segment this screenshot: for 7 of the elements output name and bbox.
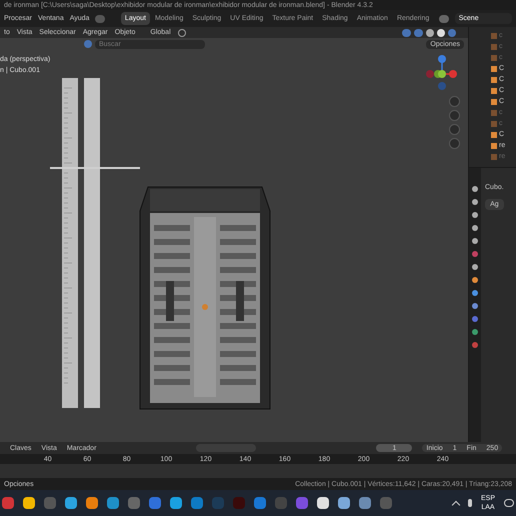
app-icon[interactable]: [338, 497, 350, 509]
app-icon[interactable]: [23, 497, 35, 509]
app-icon[interactable]: [170, 497, 182, 509]
app-icon[interactable]: [86, 497, 98, 509]
axis-gizmo-drawing: [425, 54, 459, 90]
app-icon[interactable]: [65, 497, 77, 509]
app-icon[interactable]: [317, 497, 329, 509]
